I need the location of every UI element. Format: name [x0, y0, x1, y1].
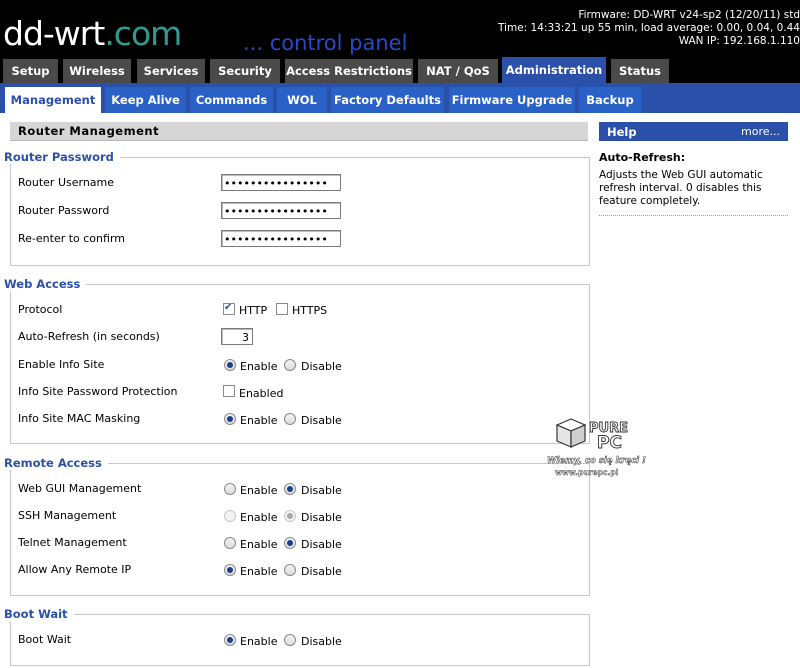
tab-nat-qos[interactable]: NAT / QoS — [418, 59, 498, 83]
uptime: Time: 14:33:21 up 55 min, load average: … — [497, 22, 800, 34]
remote-ip-disable-label: Disable — [301, 565, 342, 578]
page-title: Router Management — [18, 124, 160, 138]
subtab-firmware-upgrade[interactable]: Firmware Upgrade — [449, 87, 575, 113]
router-password-title: Router Password — [4, 150, 120, 164]
https-checkbox[interactable] — [276, 303, 288, 315]
remote-ip-enable-radio[interactable] — [224, 564, 236, 576]
firmware-version: Firmware: DD-WRT v24-sp2 (12/20/11) std — [578, 9, 800, 21]
subtab-factory-defaults[interactable]: Factory Defaults — [331, 87, 444, 113]
boot-wait-disable-label: Disable — [301, 635, 342, 648]
tab-administration[interactable]: Administration — [502, 57, 606, 83]
logo-text: dd-wrt — [3, 14, 105, 53]
web-gui-disable-label: Disable — [301, 484, 342, 497]
subtab-management[interactable]: Management — [5, 87, 101, 113]
tab-setup[interactable]: Setup — [3, 59, 58, 83]
watermark-slogan: Wiemy, co się kręci ! — [547, 456, 646, 466]
tab-services[interactable]: Services — [137, 59, 205, 83]
boot-wait-enable-label: Enable — [240, 635, 278, 648]
https-label: HTTPS — [292, 304, 328, 317]
wan-ip: WAN IP: 192.168.1.110 — [678, 35, 800, 47]
mac-masking-disable-radio[interactable] — [284, 413, 296, 425]
subtab-backup[interactable]: Backup — [579, 87, 641, 113]
telnet-enable-label: Enable — [240, 538, 278, 551]
info-site-disable-radio[interactable] — [284, 359, 296, 371]
mac-masking-enable-radio[interactable] — [224, 413, 236, 425]
web-gui-management-label: Web GUI Management — [18, 482, 142, 495]
logo[interactable]: dd-wrt.com — [3, 14, 182, 54]
web-gui-disable-radio[interactable] — [284, 483, 296, 495]
boot-wait-title: Boot Wait — [4, 607, 74, 621]
info-site-password-enabled-label: Enabled — [239, 387, 284, 400]
http-label: HTTP — [239, 304, 268, 317]
mac-masking-enable-label: Enable — [240, 414, 278, 427]
auto-refresh-input[interactable]: 3 — [221, 328, 253, 345]
router-username-field[interactable]: •••••••••••••••• — [221, 174, 341, 191]
remote-access-title: Remote Access — [4, 456, 108, 470]
tab-status[interactable]: Status — [611, 59, 669, 83]
ssh-enable-label: Enable — [240, 511, 278, 524]
mac-masking-label: Info Site MAC Masking — [18, 412, 141, 425]
info-site-enable-radio[interactable] — [224, 359, 236, 371]
tab-security[interactable]: Security — [210, 59, 280, 83]
info-site-disable-label: Disable — [301, 360, 342, 373]
sub-tabs: Management Keep Alive Commands WOL Facto… — [0, 83, 800, 113]
tab-wireless[interactable]: Wireless — [63, 59, 131, 83]
tab-access-restrictions[interactable]: Access Restrictions — [285, 59, 413, 83]
ssh-enable-radio — [224, 510, 236, 522]
ssh-disable-label: Disable — [301, 511, 342, 524]
confirm-password-label: Re-enter to confirm — [18, 232, 125, 245]
telnet-enable-radio[interactable] — [224, 537, 236, 549]
help-subtitle: Auto-Refresh: — [599, 151, 686, 164]
help-divider — [599, 215, 788, 216]
purepc-watermark-logo: PURE PC Wiemy, co się kręci ! www.purepc… — [547, 418, 646, 477]
info-site-password-label: Info Site Password Protection — [18, 385, 178, 398]
protocol-label: Protocol — [18, 303, 63, 316]
logo-suffix: .com — [104, 14, 182, 53]
help-text: Adjusts the Web GUI automatic refresh in… — [599, 169, 763, 207]
subtab-commands[interactable]: Commands — [190, 87, 273, 113]
help-title: Help — [607, 125, 637, 139]
help-more-link[interactable]: more... — [741, 125, 780, 138]
ssh-management-label: SSH Management — [18, 509, 117, 522]
confirm-password-field[interactable]: •••••••••••••••• — [221, 230, 341, 247]
watermark-url: www.purepc.pl — [555, 468, 618, 477]
router-username-label: Router Username — [18, 176, 115, 189]
subtab-keep-alive[interactable]: Keep Alive — [105, 87, 186, 113]
web-access-title: Web Access — [4, 277, 87, 291]
header-bar: dd-wrt.com ... control panel Firmware: D… — [0, 0, 800, 57]
remote-ip-disable-radio[interactable] — [284, 564, 296, 576]
boot-wait-section — [10, 614, 590, 666]
mac-masking-disable-label: Disable — [301, 414, 342, 427]
help-header: Help more... — [599, 122, 788, 141]
http-checkbox[interactable] — [223, 302, 235, 315]
boot-wait-enable-radio[interactable] — [224, 634, 236, 646]
ssh-disable-radio — [284, 510, 296, 522]
router-password-field[interactable]: •••••••••••••••• — [221, 202, 341, 219]
control-panel-subtitle: ... control panel — [243, 31, 408, 55]
info-site-password-checkbox[interactable] — [223, 385, 235, 397]
auto-refresh-label: Auto-Refresh (in seconds) — [18, 330, 160, 343]
boot-wait-disable-radio[interactable] — [284, 634, 296, 646]
allow-remote-ip-label: Allow Any Remote IP — [18, 563, 132, 576]
router-password-label: Router Password — [18, 204, 110, 217]
subtab-wol[interactable]: WOL — [277, 87, 327, 113]
enable-info-site-label: Enable Info Site — [18, 358, 105, 371]
info-site-enable-label: Enable — [240, 360, 278, 373]
boot-wait-label: Boot Wait — [18, 633, 72, 646]
telnet-disable-radio[interactable] — [284, 537, 296, 549]
status-info: Firmware: DD-WRT v24-sp2 (12/20/11) std … — [498, 9, 800, 48]
telnet-management-label: Telnet Management — [18, 536, 127, 549]
remote-ip-enable-label: Enable — [240, 565, 278, 578]
web-gui-enable-radio[interactable] — [224, 483, 236, 495]
page-title-bar: Router Management — [10, 122, 588, 141]
watermark-line2: PC — [597, 433, 622, 453]
cube-icon — [555, 418, 587, 448]
web-gui-enable-label: Enable — [240, 484, 278, 497]
main-tabs: Setup Wireless Services Security Access … — [0, 57, 800, 83]
telnet-disable-label: Disable — [301, 538, 342, 551]
